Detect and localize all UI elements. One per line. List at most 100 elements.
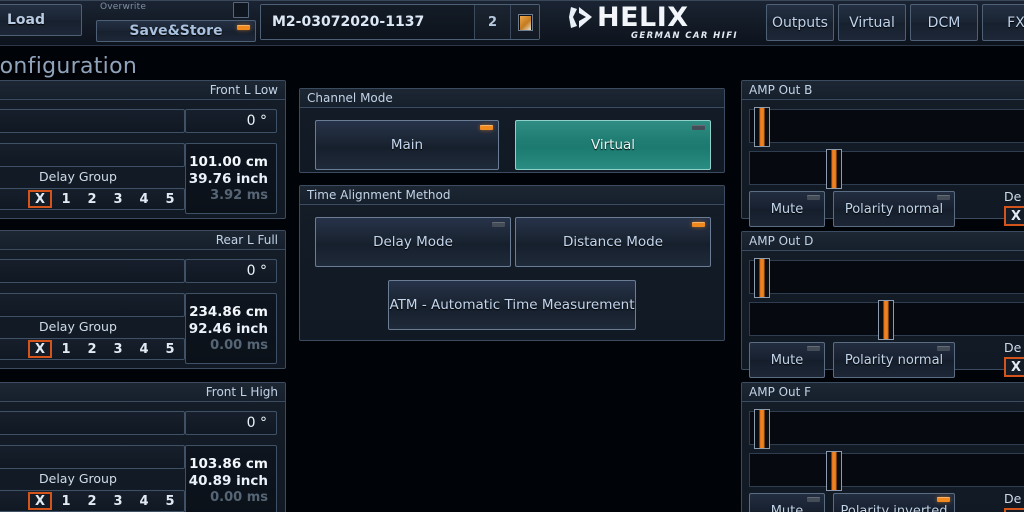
overwrite-checkbox[interactable] (233, 2, 249, 18)
delay-group-cell-x[interactable]: X (28, 492, 52, 510)
distance-readout: 234.86 cm 92.46 inch 0.00 ms (185, 293, 277, 364)
delay-group-selector[interactable]: X 1 2 3 4 5 (0, 188, 185, 210)
phase-field[interactable]: 0 ° (185, 259, 277, 283)
polarity-led-icon (937, 346, 950, 351)
atm-label: ATM - Automatic Time Measurement (389, 297, 635, 313)
amp-mute-button[interactable]: Mute (749, 493, 825, 512)
overwrite-label: Overwrite (100, 2, 147, 12)
mute-led-icon (807, 195, 820, 200)
delay-group-cell-4[interactable]: 4 (132, 340, 156, 358)
distance-inch: 39.76 inch (188, 171, 268, 187)
delay-mode-button[interactable]: Delay Mode (315, 217, 511, 267)
amp-mute-button[interactable]: Mute (749, 342, 825, 378)
channel-secondary-field[interactable] (0, 143, 185, 167)
amp-gain-slider[interactable] (749, 409, 1024, 449)
nav-button-fx[interactable]: FX (982, 4, 1024, 41)
save-and-store-button[interactable]: Save&Store (96, 20, 256, 42)
amp-delay-group-label: De (1004, 189, 1022, 204)
nav-button-outputs[interactable]: Outputs (766, 4, 834, 41)
delay-group-cell-2[interactable]: 2 (80, 340, 104, 358)
channel-value-field[interactable] (0, 411, 185, 435)
atm-button[interactable]: ATM - Automatic Time Measurement (388, 280, 636, 330)
delay-group-cell-2[interactable]: 2 (80, 190, 104, 208)
amp-gain-slider[interactable] (749, 107, 1024, 147)
amp-gain-slider-thumb[interactable] (754, 107, 770, 147)
channel-mode-virtual-label: Virtual (590, 137, 636, 153)
amp-polarity-label: Polarity inverted (840, 503, 948, 512)
channel-secondary-field[interactable] (0, 293, 185, 317)
channel-mode-main-label: Main (390, 137, 424, 153)
channel-block-front-l-low: Front L Low 0 ° 101.00 cm 39.76 inch 3.9… (0, 80, 286, 219)
virtual-led-icon (692, 125, 705, 130)
time-alignment-panel: Time Alignment Method Delay Mode Distanc… (299, 185, 725, 341)
delay-group-cell-4[interactable]: 4 (132, 190, 156, 208)
delay-group-cell-1[interactable]: 1 (54, 340, 78, 358)
delay-group-cell-5[interactable]: 5 (158, 340, 182, 358)
amp-pan-slider-thumb[interactable] (878, 300, 894, 340)
amp-delay-group-x[interactable]: X (1004, 357, 1024, 377)
delay-group-selector[interactable]: X 1 2 3 4 5 (0, 490, 185, 512)
nav-virtual-label: Virtual (849, 14, 895, 31)
amp-out-title: AMP Out B (742, 81, 1024, 100)
nav-outputs-label: Outputs (772, 14, 828, 31)
amp-polarity-button[interactable]: Polarity normal (833, 342, 955, 378)
phase-field[interactable]: 0 ° (185, 411, 277, 435)
toolbar-highlight (0, 0, 1024, 1)
nav-button-dcm[interactable]: DCM (910, 4, 978, 41)
mute-led-icon (807, 346, 820, 351)
save-led-icon (237, 25, 250, 30)
channel-mode-virtual-button[interactable]: Virtual (515, 120, 711, 170)
delay-group-cell-1[interactable]: 1 (54, 190, 78, 208)
channel-value-field[interactable] (0, 109, 185, 133)
channel-mode-panel: Channel Mode Main Virtual (299, 88, 725, 173)
time-alignment-title: Time Alignment Method (300, 186, 724, 205)
preset-edit-button[interactable] (511, 5, 539, 39)
amp-pan-slider[interactable] (749, 149, 1024, 189)
logo-subtitle: GERMAN CAR HIFI (630, 31, 738, 41)
amp-mute-button[interactable]: Mute (749, 191, 825, 227)
delay-group-cell-2[interactable]: 2 (80, 492, 104, 510)
channel-title: Front L Low (0, 81, 285, 100)
amp-pan-slider[interactable] (749, 451, 1024, 491)
delay-group-cell-4[interactable]: 4 (132, 492, 156, 510)
polarity-led-icon (937, 195, 950, 200)
amp-pan-slider-thumb[interactable] (826, 451, 842, 491)
delay-group-selector[interactable]: X 1 2 3 4 5 (0, 338, 185, 360)
distance-cm: 101.00 cm (189, 154, 268, 170)
amp-gain-slider[interactable] (749, 258, 1024, 298)
amp-gain-slider-thumb[interactable] (754, 409, 770, 449)
delay-group-cell-3[interactable]: 3 (106, 340, 130, 358)
helix-mark-icon (568, 5, 594, 30)
distance-inch: 40.89 inch (188, 473, 268, 489)
delay-group-cell-3[interactable]: 3 (106, 190, 130, 208)
channel-title: Front L High (0, 383, 285, 402)
delay-group-cell-5[interactable]: 5 (158, 190, 182, 208)
phase-field[interactable]: 0 ° (185, 109, 277, 133)
channel-secondary-field[interactable] (0, 445, 185, 469)
delay-group-cell-x[interactable]: X (28, 190, 52, 208)
amp-delay-group-x[interactable]: X (1004, 508, 1024, 512)
channel-mode-title: Channel Mode (300, 89, 724, 108)
amp-out-b-panel: AMP Out B Mute Polarity normal De X (741, 80, 1024, 227)
amp-pan-slider[interactable] (749, 300, 1024, 340)
delay-group-cell-3[interactable]: 3 (106, 492, 130, 510)
amp-gain-slider-thumb[interactable] (754, 258, 770, 298)
delay-ms: 0.00 ms (210, 490, 268, 505)
amp-delay-group-x[interactable]: X (1004, 206, 1024, 226)
distance-mode-button[interactable]: Distance Mode (515, 217, 711, 267)
preset-number[interactable]: 2 (475, 5, 511, 39)
delay-ms: 3.92 ms (210, 188, 268, 203)
logo-row: HELIX (568, 4, 740, 31)
amp-mute-label: Mute (770, 201, 804, 217)
channel-value-field[interactable] (0, 259, 185, 283)
channel-mode-main-button[interactable]: Main (315, 120, 499, 170)
amp-polarity-button[interactable]: Polarity normal (833, 191, 955, 227)
nav-button-virtual[interactable]: Virtual (838, 4, 906, 41)
delay-group-cell-5[interactable]: 5 (158, 492, 182, 510)
amp-pan-slider-thumb[interactable] (826, 149, 842, 189)
delay-group-cell-1[interactable]: 1 (54, 492, 78, 510)
preset-name-input[interactable]: M2-03072020-1137 (261, 5, 475, 39)
delay-group-cell-x[interactable]: X (28, 340, 52, 358)
amp-polarity-button[interactable]: Polarity inverted (833, 493, 955, 512)
load-button[interactable]: Load (0, 4, 82, 36)
